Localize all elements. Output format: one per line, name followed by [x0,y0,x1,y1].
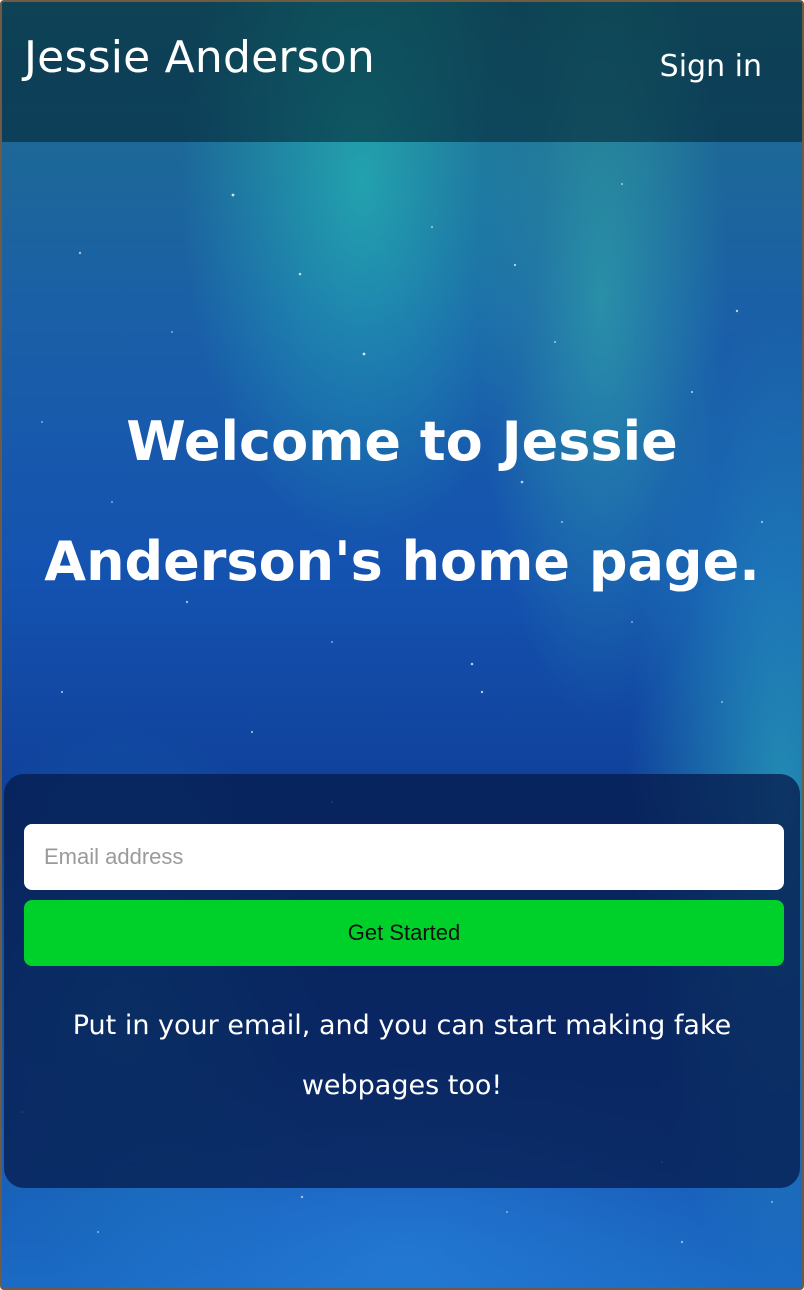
email-field[interactable] [24,824,784,890]
site-brand-name[interactable]: Jessie Anderson [24,36,375,80]
sign-in-link[interactable]: Sign in [660,52,762,82]
top-navbar: Jessie Anderson Sign in [2,2,802,142]
page-background: Jessie Anderson Sign in Welcome to Jessi… [0,0,804,1290]
signup-note: Put in your email, and you can start mak… [72,1010,732,1101]
signup-panel: Get Started Put in your email, and you c… [4,774,800,1188]
hero-headline: Welcome to Jessie Anderson's home page. [44,410,760,593]
get-started-button[interactable]: Get Started [24,900,784,966]
